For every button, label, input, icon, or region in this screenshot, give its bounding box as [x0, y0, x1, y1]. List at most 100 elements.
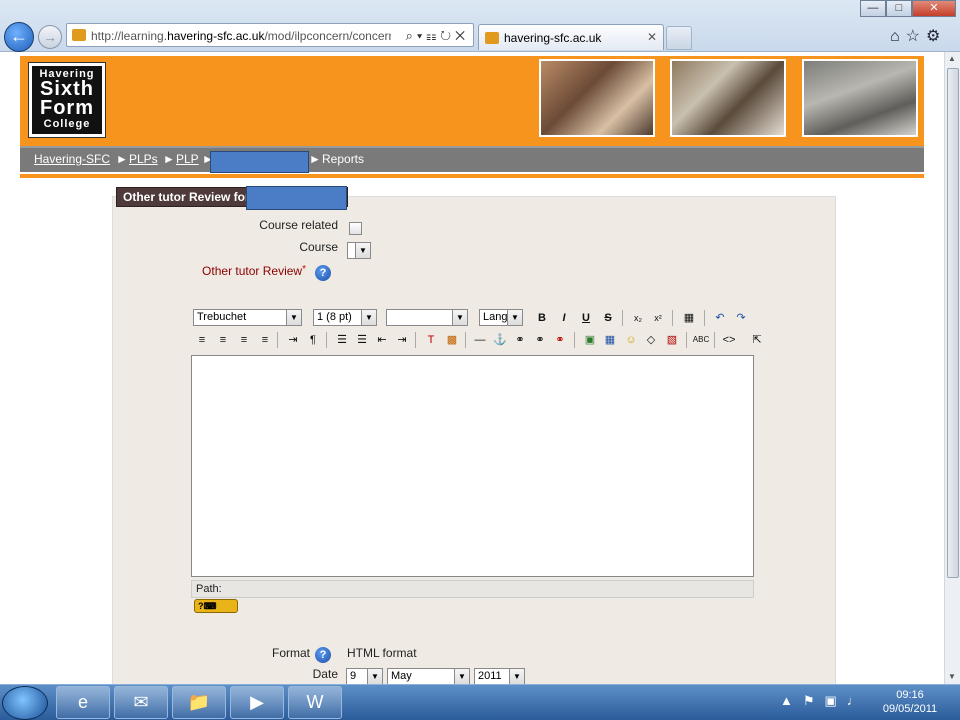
system-tray[interactable]: ▲⚑▣♩	[780, 693, 870, 709]
background-color-icon[interactable]: ▩	[443, 331, 461, 349]
scroll-down-icon[interactable]: ▼	[948, 672, 956, 681]
close-tab-icon[interactable]: ✕	[647, 30, 657, 44]
web-page: Havering Sixth Form College Havering-SFC…	[0, 52, 944, 684]
horizontal-rule-icon[interactable]: —	[471, 331, 489, 349]
breadcrumb-current: Reports	[322, 152, 365, 166]
bold-icon[interactable]: B	[533, 309, 551, 327]
course-related-checkbox[interactable]	[349, 222, 362, 235]
align-left-icon[interactable]: ≡	[193, 331, 211, 349]
redo-icon[interactable]: ↷	[732, 309, 750, 327]
review-label: Other tutor Review*	[202, 264, 306, 278]
back-button[interactable]: ←	[4, 22, 34, 52]
command-icons[interactable]: ⌂☆⚙	[890, 26, 946, 46]
search-replace-icon[interactable]: ▧	[663, 331, 681, 349]
maximize-button[interactable]: □	[886, 0, 912, 17]
help-keyboard-icon[interactable]: ?⌨	[194, 599, 238, 613]
chevron-down-icon: ▼	[367, 669, 382, 684]
ordered-list-icon[interactable]: ☰	[333, 331, 351, 349]
strikethrough-icon[interactable]: S	[599, 309, 617, 327]
breadcrumb-link-home[interactable]: Havering-SFC	[34, 152, 110, 166]
justify-icon[interactable]: ≡	[256, 331, 274, 349]
text-color-icon[interactable]: T	[422, 331, 440, 349]
start-button[interactable]	[2, 686, 48, 720]
ltr-icon[interactable]: ⇥	[284, 331, 302, 349]
logo-line3: Form	[40, 97, 94, 119]
vertical-scrollbar[interactable]: ▲ ▼	[944, 52, 960, 684]
address-bar-icons[interactable]: ⌕▾☷↻✕	[406, 28, 469, 44]
gear-icon[interactable]: ⚙	[926, 28, 946, 45]
outdent-icon[interactable]: ⇤	[373, 331, 391, 349]
close-window-button[interactable]: ✕	[912, 0, 956, 17]
style-select[interactable]: ▼	[386, 309, 468, 326]
format-value: HTML format	[347, 646, 417, 660]
date-day-select[interactable]: 9 ▼	[346, 668, 383, 684]
lang-select[interactable]: Lang ▼	[479, 309, 523, 326]
link-icon[interactable]: ⚭	[511, 331, 529, 349]
format-help-icon[interactable]: ?	[315, 647, 331, 663]
unordered-list-icon[interactable]: ☰	[353, 331, 371, 349]
browser-tab[interactable]: havering-sfc.ac.uk ✕	[478, 24, 664, 50]
breadcrumb-sep: ►	[163, 152, 175, 166]
course-select[interactable]: ▼	[347, 242, 371, 259]
unlink-icon[interactable]: ⚭	[531, 331, 549, 349]
breadcrumb-sep: ►	[116, 152, 128, 166]
align-right-icon[interactable]: ≡	[235, 331, 253, 349]
show-hidden-icons-icon[interactable]: ▲	[780, 693, 803, 708]
clean-word-icon[interactable]: ▦	[680, 309, 698, 327]
forward-button[interactable]: →	[38, 25, 62, 49]
italic-icon[interactable]: I	[555, 309, 573, 327]
date-year-select[interactable]: 2011 ▼	[474, 668, 525, 684]
indent-icon[interactable]: ⇥	[393, 331, 411, 349]
help-icon[interactable]: ?	[315, 265, 331, 281]
nolink-icon[interactable]: ⚭	[551, 331, 569, 349]
insert-table-icon[interactable]: ▦	[601, 331, 619, 349]
date-label: Date	[312, 667, 338, 681]
font-select[interactable]: Trebuchet ▼	[193, 309, 302, 326]
special-char-icon[interactable]: ◇	[642, 331, 660, 349]
media-player-icon[interactable]: ▶	[230, 686, 284, 719]
scrollbar-thumb[interactable]	[947, 68, 959, 578]
minimize-button[interactable]: —	[860, 0, 886, 17]
banner-photo-art	[802, 59, 918, 137]
home-icon[interactable]: ⌂	[890, 28, 906, 45]
network-icon[interactable]: ▣	[825, 693, 847, 708]
banner-photo-lab	[670, 59, 786, 137]
volume-muted-icon[interactable]: ♩	[847, 693, 870, 708]
underline-icon[interactable]: U	[577, 309, 595, 327]
font-size-select[interactable]: 1 (8 pt) ▼	[313, 309, 377, 326]
rtl-icon[interactable]: ¶	[304, 331, 322, 349]
spellcheck-icon[interactable]: ABC	[692, 331, 710, 349]
file-explorer-icon[interactable]: 📁	[172, 686, 226, 719]
tab-title: havering-sfc.ac.uk	[504, 31, 602, 45]
banner-photo-students	[539, 59, 655, 137]
browser-chrome: — □ ✕ ← → http://learning.havering-sfc.a…	[0, 0, 960, 52]
tab-favicon-icon	[485, 32, 499, 44]
date-month-select[interactable]: May ▼	[387, 668, 470, 684]
review-editor[interactable]	[191, 355, 754, 577]
internet-explorer-icon[interactable]: e	[56, 686, 110, 719]
align-center-icon[interactable]: ≡	[214, 331, 232, 349]
scroll-up-icon[interactable]: ▲	[948, 54, 956, 63]
favorites-star-icon[interactable]: ☆	[906, 28, 926, 45]
clock-time: 09:16	[896, 689, 924, 701]
smiley-icon[interactable]: ☺	[622, 331, 640, 349]
breadcrumb-link-plps[interactable]: PLPs	[129, 152, 158, 166]
html-source-icon[interactable]: <>	[720, 331, 738, 349]
new-tab-button[interactable]	[666, 26, 692, 50]
editor-toolbar: Trebuchet ▼ 1 (8 pt) ▼ ▼ Lang ▼ B I U S x₂ …	[191, 304, 762, 356]
insert-image-icon[interactable]: ▣	[581, 331, 599, 349]
format-label: Format	[271, 646, 310, 660]
breadcrumb-link-plp[interactable]: PLP	[176, 152, 199, 166]
word-icon[interactable]: W	[288, 686, 342, 719]
taskbar-clock[interactable]: 09:16 09/05/2011	[870, 688, 950, 716]
outlook-icon[interactable]: ✉	[114, 686, 168, 719]
subscript-icon[interactable]: x₂	[629, 309, 647, 327]
anchor-icon[interactable]: ⚓	[491, 331, 509, 349]
superscript-icon[interactable]: x²	[649, 309, 667, 327]
action-center-flag-icon[interactable]: ⚑	[803, 693, 825, 708]
fullscreen-icon[interactable]: ⇱	[748, 331, 766, 349]
address-bar[interactable]: http://learning.havering-sfc.ac.uk/mod/i…	[66, 23, 474, 47]
undo-icon[interactable]: ↶	[711, 309, 729, 327]
divider-line	[20, 174, 924, 178]
college-logo[interactable]: Havering Sixth Form College	[28, 62, 106, 138]
